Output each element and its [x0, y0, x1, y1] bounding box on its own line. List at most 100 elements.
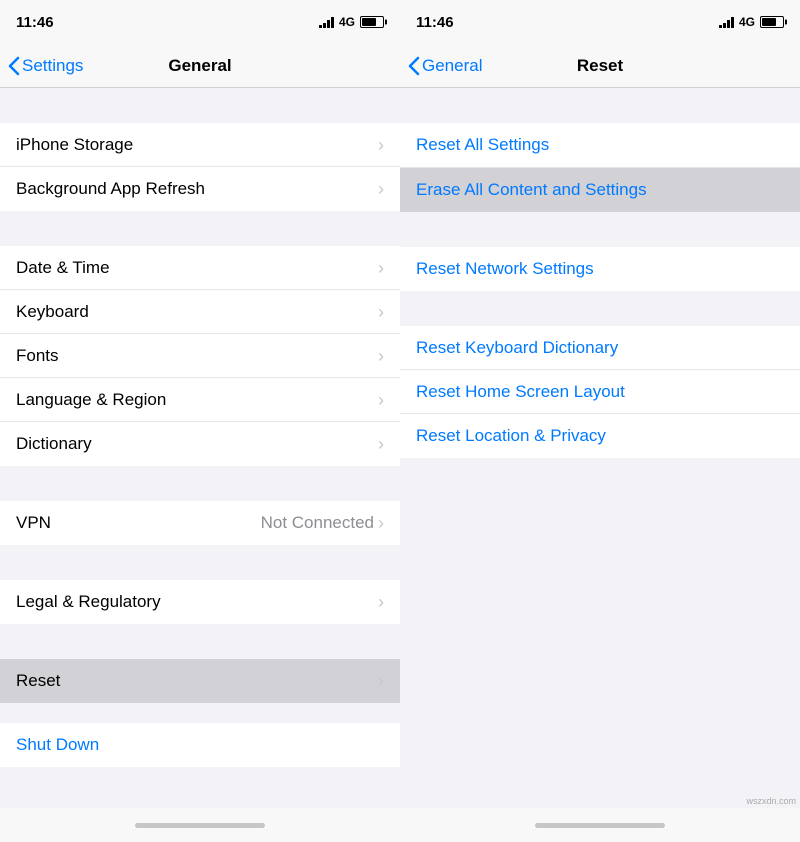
section2-right: Erase All Content and Settings	[400, 168, 800, 212]
watermark: wszxdn.com	[746, 796, 796, 806]
gap1-left	[0, 88, 400, 123]
signal-icon-right	[719, 16, 734, 28]
item-right: ›	[378, 672, 384, 690]
home-bar-right	[535, 823, 665, 828]
network-right: 4G	[739, 15, 755, 29]
nav-title-left: General	[168, 56, 231, 76]
signal-icon-left	[319, 16, 334, 28]
item-label: Dictionary	[16, 434, 92, 454]
list-item[interactable]: Language & Region ›	[0, 378, 400, 422]
back-button-right[interactable]: General	[408, 56, 482, 76]
reset-homescreen-item[interactable]: Reset Home Screen Layout	[400, 370, 800, 414]
gap4-right	[400, 458, 800, 493]
gap5-left	[0, 624, 400, 659]
item-label: iPhone Storage	[16, 135, 133, 155]
time-right: 11:46	[416, 14, 454, 31]
battery-icon-right	[760, 16, 784, 28]
item-right: ›	[378, 347, 384, 365]
left-panel: 11:46 4G Settings General iPhone Storage	[0, 0, 400, 842]
chevron-icon: ›	[378, 259, 384, 277]
list-item[interactable]: Background App Refresh ›	[0, 167, 400, 211]
section4-right: Reset Keyboard Dictionary Reset Home Scr…	[400, 326, 800, 458]
list-item[interactable]: Keyboard ›	[0, 290, 400, 334]
back-button-left[interactable]: Settings	[8, 56, 83, 76]
item-label: Legal & Regulatory	[16, 592, 161, 612]
item-label: Date & Time	[16, 258, 110, 278]
shutdown-item[interactable]: Shut Down	[0, 723, 400, 767]
content-left: iPhone Storage › Background App Refresh …	[0, 88, 400, 808]
list-item[interactable]: Fonts ›	[0, 334, 400, 378]
reset-item[interactable]: Reset ›	[0, 659, 400, 703]
reset-location-item[interactable]: Reset Location & Privacy	[400, 414, 800, 458]
reset-all-settings-item[interactable]: Reset All Settings	[400, 123, 800, 167]
section1-right: Reset All Settings	[400, 123, 800, 167]
back-label-right: General	[422, 56, 482, 76]
nav-title-right: Reset	[577, 56, 623, 76]
gap7-left	[0, 767, 400, 802]
home-indicator-right	[400, 808, 800, 842]
gap1-right	[400, 88, 800, 123]
item-right: ›	[378, 435, 384, 453]
section1-left: iPhone Storage › Background App Refresh …	[0, 123, 400, 211]
list-item[interactable]: Date & Time ›	[0, 246, 400, 290]
item-label: Keyboard	[16, 302, 89, 322]
home-bar-left	[135, 823, 265, 828]
list-item[interactable]: VPN Not Connected ›	[0, 501, 400, 545]
back-arrow-icon-right	[408, 56, 420, 76]
item-label: Reset All Settings	[416, 135, 549, 155]
status-bar-right: 11:46 4G	[400, 0, 800, 44]
chevron-icon: ›	[378, 347, 384, 365]
item-label: Reset Keyboard Dictionary	[416, 338, 618, 358]
section3-right: Reset Network Settings	[400, 247, 800, 291]
list-item[interactable]: iPhone Storage ›	[0, 123, 400, 167]
item-label: Fonts	[16, 346, 59, 366]
right-panel: 11:46 4G General Reset Reset All Setting…	[400, 0, 800, 842]
chevron-icon: ›	[378, 514, 384, 532]
item-right: ›	[378, 593, 384, 611]
item-label: Shut Down	[16, 735, 99, 755]
chevron-icon: ›	[378, 391, 384, 409]
gap3-left	[0, 466, 400, 501]
item-label: VPN	[16, 513, 51, 533]
status-icons-left: 4G	[319, 15, 384, 29]
gap2-left	[0, 211, 400, 246]
status-icons-right: 4G	[719, 15, 784, 29]
item-label: Background App Refresh	[16, 179, 205, 199]
list-item[interactable]: Legal & Regulatory ›	[0, 580, 400, 624]
network-left: 4G	[339, 15, 355, 29]
time-left: 11:46	[16, 14, 54, 31]
gap3-right	[400, 291, 800, 326]
home-indicator-left	[0, 808, 400, 842]
item-right: ›	[378, 259, 384, 277]
item-label: Erase All Content and Settings	[416, 180, 647, 200]
section3-left: VPN Not Connected ›	[0, 501, 400, 545]
vpn-value: Not Connected	[261, 513, 374, 533]
reset-network-item[interactable]: Reset Network Settings	[400, 247, 800, 291]
chevron-icon: ›	[378, 303, 384, 321]
section2-left: Date & Time › Keyboard › Fonts › Languag…	[0, 246, 400, 466]
item-right: Not Connected ›	[261, 513, 384, 533]
reset-keyboard-item[interactable]: Reset Keyboard Dictionary	[400, 326, 800, 370]
battery-icon-left	[360, 16, 384, 28]
chevron-icon: ›	[378, 593, 384, 611]
section4-left: Legal & Regulatory ›	[0, 580, 400, 624]
gap2-right	[400, 212, 800, 247]
item-label: Reset	[16, 671, 60, 691]
gap6-left	[0, 703, 400, 723]
item-right: ›	[378, 391, 384, 409]
section5-left: Reset ›	[0, 659, 400, 703]
item-label: Reset Location & Privacy	[416, 426, 606, 446]
item-right: ›	[378, 180, 384, 198]
chevron-icon: ›	[378, 136, 384, 154]
nav-bar-right: General Reset	[400, 44, 800, 88]
back-arrow-icon-left	[8, 56, 20, 76]
item-right: ›	[378, 136, 384, 154]
gap4-left	[0, 545, 400, 580]
back-label-left: Settings	[22, 56, 83, 76]
item-right: ›	[378, 303, 384, 321]
section6-left: Shut Down	[0, 723, 400, 767]
content-right: Reset All Settings Erase All Content and…	[400, 88, 800, 808]
status-bar-left: 11:46 4G	[0, 0, 400, 44]
list-item[interactable]: Dictionary ›	[0, 422, 400, 466]
erase-all-content-item[interactable]: Erase All Content and Settings	[400, 168, 800, 212]
